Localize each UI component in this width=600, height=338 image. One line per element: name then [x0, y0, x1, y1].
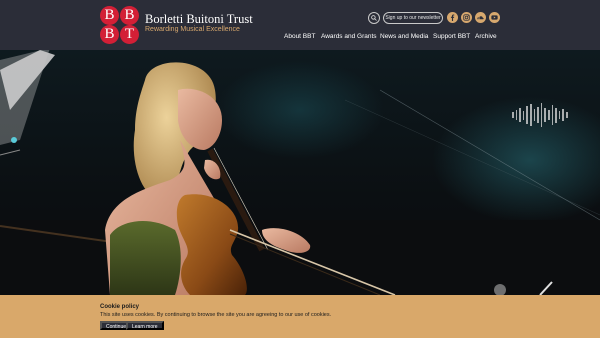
brand-tagline: Rewarding Musical Excellence: [145, 26, 240, 33]
sound-bar: [566, 112, 568, 118]
cellist-performance-image: [0, 50, 600, 295]
sound-bar: [551, 105, 554, 125]
logo-letter: T: [120, 25, 139, 44]
sound-bar: [512, 112, 514, 118]
bbt-logo[interactable]: B B B T: [100, 6, 140, 44]
sound-bar: [544, 108, 546, 122]
nav-archive[interactable]: Archive: [475, 33, 497, 40]
youtube-icon: [491, 15, 498, 20]
sound-bar: [526, 106, 528, 124]
site-header: B B B T Borletti Buitoni Trust Rewarding…: [0, 0, 600, 50]
sound-bar: [533, 109, 536, 121]
instagram-icon: [463, 14, 470, 21]
sound-bar: [562, 109, 564, 121]
nav-support-bbt[interactable]: Support BBT: [433, 33, 470, 40]
sound-bar: [519, 108, 521, 122]
facebook-link[interactable]: [447, 12, 458, 23]
logo-letter: B: [120, 6, 139, 25]
page: B B B T Borletti Buitoni Trust Rewarding…: [0, 0, 600, 338]
nav-news-and-media[interactable]: News and Media: [380, 33, 428, 40]
sound-bars-icon[interactable]: [512, 103, 572, 127]
cookie-learn-more-button[interactable]: Learn more: [126, 321, 164, 330]
nav-awards-and-grants[interactable]: Awards and Grants: [321, 33, 377, 40]
facebook-icon: [450, 14, 455, 21]
soundcloud-link[interactable]: [475, 12, 486, 23]
brand-name[interactable]: Borletti Buitoni Trust: [145, 12, 253, 27]
logo-letter: B: [100, 25, 119, 44]
sound-bar: [515, 110, 518, 120]
logo-letter: B: [100, 6, 119, 25]
sound-bar: [558, 111, 561, 119]
newsletter-signup-button[interactable]: Sign up to our newsletter: [383, 12, 443, 24]
cookie-title: Cookie policy: [100, 304, 140, 310]
sound-bar: [522, 110, 525, 120]
cookie-text: This site uses cookies. By continuing to…: [100, 312, 332, 318]
sound-bar: [555, 107, 557, 123]
soundcloud-icon: [477, 16, 484, 20]
search-icon: [371, 15, 377, 21]
cookie-banner: Cookie policy This site uses cookies. By…: [0, 295, 600, 338]
sound-bar: [548, 110, 550, 120]
nav-about-bbt[interactable]: About BBT: [284, 33, 315, 40]
hero-video[interactable]: [0, 50, 600, 295]
search-button[interactable]: [368, 12, 380, 24]
sound-bar: [537, 107, 539, 123]
sound-bar: [530, 104, 532, 126]
sound-bar: [540, 103, 543, 127]
youtube-link[interactable]: [489, 12, 500, 23]
instagram-link[interactable]: [461, 12, 472, 23]
